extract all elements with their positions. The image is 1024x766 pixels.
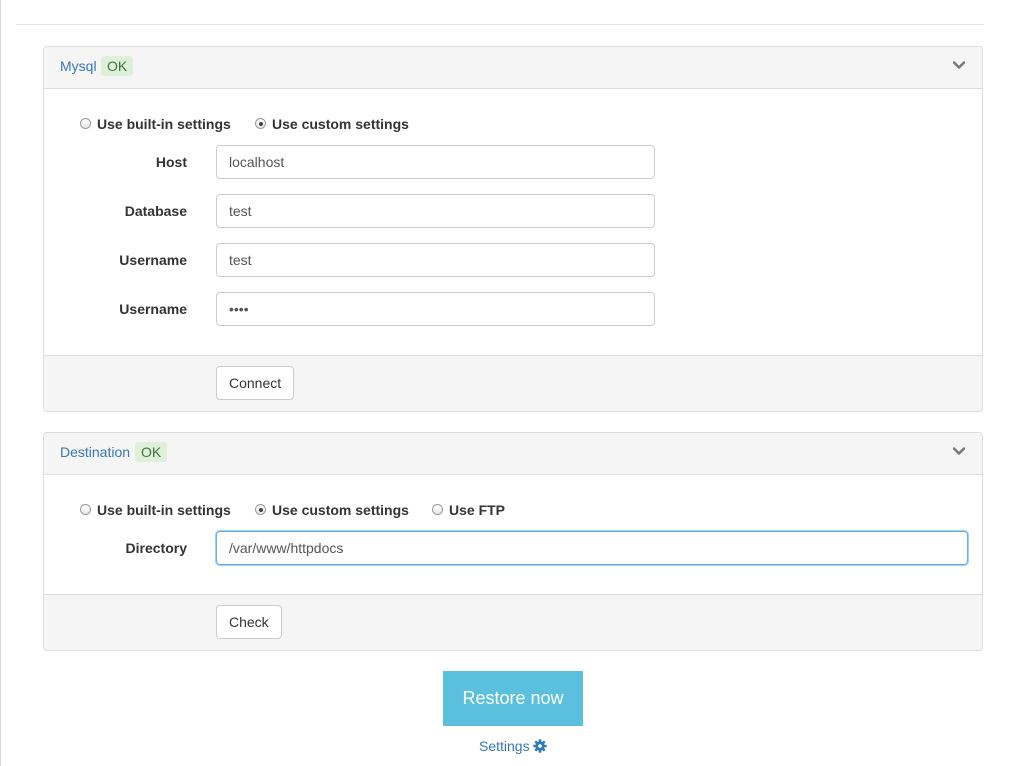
radio-ftp[interactable] xyxy=(432,504,443,515)
radio-custom-label[interactable]: Use custom settings xyxy=(272,502,409,518)
radio-ftp-label[interactable]: Use FTP xyxy=(449,502,505,518)
destination-panel-footer: Check xyxy=(44,594,982,650)
radio-custom[interactable] xyxy=(255,504,266,515)
gear-icon[interactable] xyxy=(532,739,547,753)
password-input[interactable]: •••• xyxy=(216,292,655,326)
host-input[interactable]: localhost xyxy=(216,145,655,179)
radio-builtin-label[interactable]: Use built-in settings xyxy=(97,116,231,132)
radio-builtin[interactable] xyxy=(80,118,91,129)
divider xyxy=(16,24,984,25)
page: Mysql OK Use built-in settings Use custo… xyxy=(0,0,1024,766)
directory-input[interactable]: /var/www/httpdocs xyxy=(216,531,968,565)
mysql-panel-heading[interactable]: Mysql OK xyxy=(44,47,982,89)
directory-label: Directory xyxy=(125,540,187,556)
radio-custom-label[interactable]: Use custom settings xyxy=(272,116,409,132)
settings-link-label[interactable]: Settings xyxy=(479,738,530,754)
destination-panel-title[interactable]: Destination xyxy=(60,444,130,460)
radio-custom[interactable] xyxy=(255,118,266,129)
mysql-panel-title[interactable]: Mysql xyxy=(60,58,97,74)
username-label: Username xyxy=(119,252,187,268)
radio-builtin-label[interactable]: Use built-in settings xyxy=(97,502,231,518)
radio-builtin[interactable] xyxy=(80,504,91,515)
chevron-down-icon[interactable] xyxy=(953,59,965,71)
database-input[interactable]: test xyxy=(216,194,655,228)
connect-button[interactable]: Connect xyxy=(216,366,295,400)
mysql-panel: Mysql OK Use built-in settings Use custo… xyxy=(43,46,983,412)
host-label: Host xyxy=(155,154,187,170)
destination-status-badge: OK xyxy=(135,442,168,462)
password-label: Username xyxy=(119,301,187,317)
mysql-status-badge: OK xyxy=(101,56,134,76)
check-button[interactable]: Check xyxy=(216,605,282,639)
destination-panel-heading[interactable]: Destination OK xyxy=(44,433,982,475)
settings-link[interactable]: Settings xyxy=(479,738,547,754)
restore-now-button[interactable]: Restore now xyxy=(443,671,583,726)
mysql-panel-footer: Connect xyxy=(44,355,982,411)
chevron-down-icon[interactable] xyxy=(953,445,965,457)
username-input[interactable]: test xyxy=(216,243,655,277)
destination-panel: Destination OK Use built-in settings Use… xyxy=(43,432,983,651)
database-label: Database xyxy=(124,203,187,219)
